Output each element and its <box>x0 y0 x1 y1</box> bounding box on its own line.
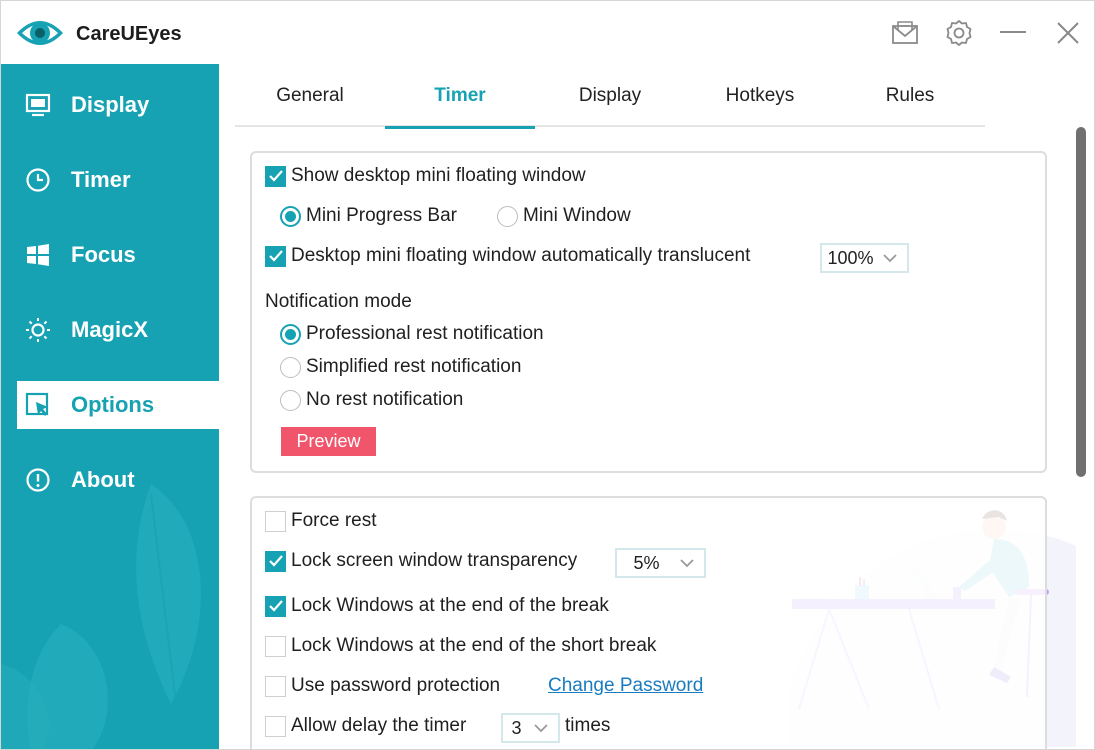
lock-transparency-checkbox[interactable] <box>265 550 286 572</box>
settings-gear-icon[interactable] <box>943 17 975 49</box>
mini-progress-bar-radio[interactable] <box>280 205 301 227</box>
title-bar: CareUEyes <box>1 1 1094 64</box>
simplified-notification-label: Simplified rest notification <box>306 356 522 377</box>
sidebar-item-magicx[interactable]: MagicX <box>17 306 219 354</box>
clock-icon <box>25 167 51 193</box>
show-mini-window-label: Show desktop mini floating window <box>291 165 586 186</box>
sidebar-item-label: Timer <box>71 167 131 192</box>
force-rest-checkbox[interactable] <box>265 510 286 532</box>
close-icon[interactable] <box>1052 17 1084 49</box>
change-password-link[interactable]: Change Password <box>548 675 703 697</box>
password-protection-label: Use password protection <box>291 675 501 696</box>
password-protection-option[interactable]: Use password protection <box>265 675 500 697</box>
lock-transparency-option[interactable]: Lock screen window transparency <box>265 550 577 572</box>
lock-end-break-checkbox[interactable] <box>265 595 286 617</box>
monitor-icon <box>25 92 51 118</box>
no-notification-option[interactable]: No rest notification <box>280 389 463 411</box>
cursor-icon <box>25 392 51 418</box>
no-notification-label: No rest notification <box>306 389 464 410</box>
tab-bar: General Timer Display Hotkeys Rules <box>235 64 985 129</box>
tab-hotkeys[interactable]: Hotkeys <box>685 64 835 127</box>
show-mini-window-checkbox[interactable] <box>265 165 286 187</box>
mini-window-radio[interactable] <box>497 205 518 227</box>
delay-times-suffix: times <box>565 715 610 737</box>
minimize-icon[interactable] <box>997 17 1029 49</box>
delay-times-label: times <box>565 715 611 736</box>
notification-mode-label: Notification mode <box>265 291 412 312</box>
notification-mode-heading: Notification mode <box>265 291 412 313</box>
lock-transparency-value: 5% <box>633 552 660 573</box>
professional-notification-option[interactable]: Professional rest notification <box>280 323 544 345</box>
options-content: Show desktop mini floating window Mini P… <box>219 127 1076 749</box>
translucency-select[interactable]: 100% <box>820 243 909 273</box>
sidebar-item-label: MagicX <box>71 317 149 342</box>
change-password-row: Change Password <box>548 675 703 697</box>
allow-delay-option[interactable]: Allow delay the timer <box>265 715 466 737</box>
tab-timer[interactable]: Timer <box>385 64 535 129</box>
lock-transparency-select[interactable]: 5% <box>615 548 706 578</box>
sidebar-item-label: Display <box>71 92 150 117</box>
lock-end-break-label: Lock Windows at the end of the break <box>291 595 609 616</box>
content-scrollbar[interactable] <box>1076 127 1086 477</box>
professional-notification-label: Professional rest notification <box>306 323 544 344</box>
password-protection-checkbox[interactable] <box>265 675 286 697</box>
sidebar-item-timer[interactable]: Timer <box>17 156 219 204</box>
lock-end-break-option[interactable]: Lock Windows at the end of the break <box>265 595 609 617</box>
app-window: CareUEyes Display Timer Focus MagicX Opt… <box>0 0 1095 750</box>
mini-progress-bar-option[interactable]: Mini Progress Bar <box>280 205 457 227</box>
chevron-down-icon <box>879 247 901 269</box>
mini-window-panel: Show desktop mini floating window Mini P… <box>250 151 1047 473</box>
allow-delay-label: Allow delay the timer <box>291 715 467 736</box>
sidebar-item-display[interactable]: Display <box>17 81 219 129</box>
no-notification-radio[interactable] <box>280 389 301 411</box>
delay-count-value: 3 <box>511 717 522 738</box>
force-rest-label: Force rest <box>291 510 377 531</box>
chevron-down-icon <box>530 717 552 739</box>
lock-transparency-label: Lock screen window transparency <box>291 550 578 571</box>
preview-button[interactable]: Preview <box>281 427 376 456</box>
eye-logo-icon <box>15 13 65 53</box>
professional-notification-radio[interactable] <box>280 323 301 345</box>
auto-translucent-checkbox[interactable] <box>265 245 286 267</box>
force-rest-option[interactable]: Force rest <box>265 510 377 532</box>
mini-window-label: Mini Window <box>523 205 631 226</box>
mini-window-option[interactable]: Mini Window <box>497 205 631 227</box>
sun-icon <box>25 317 51 343</box>
feedback-mail-icon[interactable] <box>889 17 921 49</box>
sidebar-item-label: About <box>71 467 135 492</box>
lock-end-short-break-label: Lock Windows at the end of the short bre… <box>291 635 657 656</box>
show-mini-window-option[interactable]: Show desktop mini floating window <box>265 165 586 187</box>
tab-rules[interactable]: Rules <box>835 64 985 127</box>
auto-translucent-label: Desktop mini floating window automatical… <box>291 245 751 266</box>
chevron-down-icon <box>676 552 698 574</box>
sidebar-item-label: Focus <box>71 242 136 267</box>
simplified-notification-radio[interactable] <box>280 356 301 378</box>
windows-icon <box>25 242 51 268</box>
tab-general[interactable]: General <box>235 64 385 127</box>
tab-display[interactable]: Display <box>535 64 685 127</box>
info-icon <box>25 467 51 493</box>
mini-progress-bar-label: Mini Progress Bar <box>306 205 457 226</box>
lock-screen-panel: Force rest Lock screen window transparen… <box>250 496 1047 749</box>
translucency-value: 100% <box>827 247 874 268</box>
sidebar: Display Timer Focus MagicX Options About <box>1 64 219 749</box>
sidebar-item-focus[interactable]: Focus <box>17 231 219 279</box>
sidebar-item-about[interactable]: About <box>17 456 219 504</box>
app-title: CareUEyes <box>76 23 182 45</box>
delay-count-select[interactable]: 3 <box>501 713 560 743</box>
auto-translucent-option[interactable]: Desktop mini floating window automatical… <box>265 245 750 267</box>
lock-end-short-break-checkbox[interactable] <box>265 635 286 657</box>
allow-delay-checkbox[interactable] <box>265 715 286 737</box>
sidebar-item-label: Options <box>71 392 155 417</box>
sidebar-item-options[interactable]: Options <box>17 381 219 429</box>
lock-end-short-break-option[interactable]: Lock Windows at the end of the short bre… <box>265 635 656 657</box>
simplified-notification-option[interactable]: Simplified rest notification <box>280 356 521 378</box>
